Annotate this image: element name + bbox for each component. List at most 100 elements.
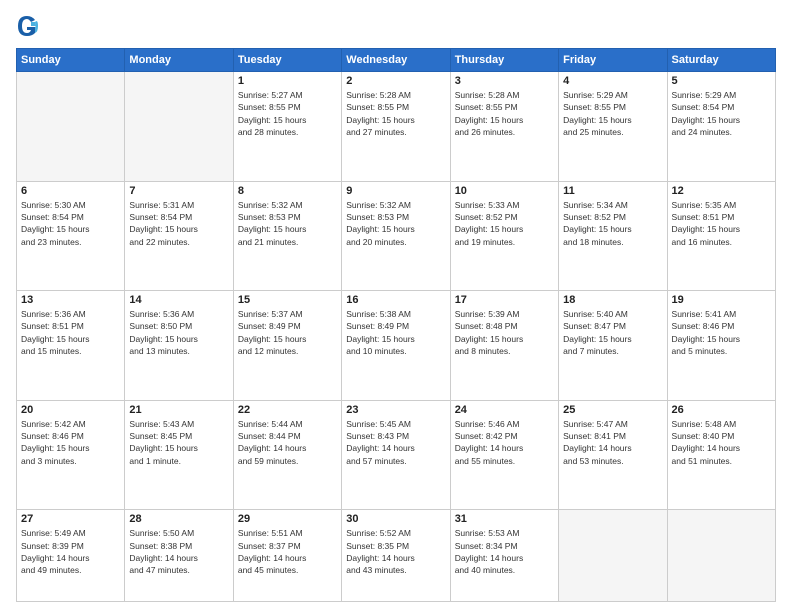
calendar-cell: 3Sunrise: 5:28 AM Sunset: 8:55 PM Daylig… — [450, 72, 558, 182]
day-info: Sunrise: 5:29 AM Sunset: 8:55 PM Dayligh… — [563, 89, 662, 138]
day-info: Sunrise: 5:41 AM Sunset: 8:46 PM Dayligh… — [672, 308, 771, 357]
calendar-cell: 12Sunrise: 5:35 AM Sunset: 8:51 PM Dayli… — [667, 181, 775, 291]
calendar-cell — [559, 510, 667, 602]
calendar-cell — [125, 72, 233, 182]
calendar-cell: 2Sunrise: 5:28 AM Sunset: 8:55 PM Daylig… — [342, 72, 450, 182]
logo-icon — [16, 12, 38, 40]
day-number: 21 — [129, 404, 228, 416]
header — [16, 12, 776, 40]
day-info: Sunrise: 5:39 AM Sunset: 8:48 PM Dayligh… — [455, 308, 554, 357]
day-info: Sunrise: 5:36 AM Sunset: 8:50 PM Dayligh… — [129, 308, 228, 357]
calendar-table: SundayMondayTuesdayWednesdayThursdayFrid… — [16, 48, 776, 602]
day-number: 17 — [455, 294, 554, 306]
day-info: Sunrise: 5:35 AM Sunset: 8:51 PM Dayligh… — [672, 199, 771, 248]
weekday-header-monday: Monday — [125, 49, 233, 72]
calendar-cell: 25 Sunrise: 5:47 AM Sunset: 8:41 PM Dayli… — [559, 400, 667, 510]
day-info: Sunrise: 5:38 AM Sunset: 8:49 PM Dayligh… — [346, 308, 445, 357]
week-row-4: 20 Sunrise: 5:42 AM Sunset: 8:46 PM Dayli… — [17, 400, 776, 510]
weekday-header-sunday: Sunday — [17, 49, 125, 72]
calendar-cell: 10Sunrise: 5:33 AM Sunset: 8:52 PM Dayli… — [450, 181, 558, 291]
day-info: Sunrise: 5:32 AM Sunset: 8:53 PM Dayligh… — [346, 199, 445, 248]
weekday-header-tuesday: Tuesday — [233, 49, 341, 72]
calendar-cell: 1 Sunrise: 5:27 AM Sunset: 8:55 PM Daylig… — [233, 72, 341, 182]
day-info: Sunrise: 5:40 AM Sunset: 8:47 PM Dayligh… — [563, 308, 662, 357]
calendar-cell: 7 Sunrise: 5:31 AM Sunset: 8:54 PM Daylig… — [125, 181, 233, 291]
day-number: 22 — [238, 404, 337, 416]
calendar-cell: 27 Sunrise: 5:49 AM Sunset: 8:39 PM Dayli… — [17, 510, 125, 602]
day-number: 24 — [455, 404, 554, 416]
day-info: Sunrise: 5:32 AM Sunset: 8:53 PM Dayligh… — [238, 199, 337, 248]
week-row-1: 1 Sunrise: 5:27 AM Sunset: 8:55 PM Daylig… — [17, 72, 776, 182]
calendar-cell: 16 Sunrise: 5:38 AM Sunset: 8:49 PM Dayli… — [342, 291, 450, 401]
calendar-cell: 30 Sunrise: 5:52 AM Sunset: 8:35 PM Dayli… — [342, 510, 450, 602]
day-info: Sunrise: 5:52 AM Sunset: 8:35 PM Dayligh… — [346, 527, 445, 576]
calendar-cell: 18 Sunrise: 5:40 AM Sunset: 8:47 PM Dayli… — [559, 291, 667, 401]
calendar-cell: 21 Sunrise: 5:43 AM Sunset: 8:45 PM Dayli… — [125, 400, 233, 510]
day-number: 29 — [238, 513, 337, 525]
day-info: Sunrise: 5:43 AM Sunset: 8:45 PM Dayligh… — [129, 418, 228, 467]
weekday-header-thursday: Thursday — [450, 49, 558, 72]
day-info: Sunrise: 5:28 AM Sunset: 8:55 PM Dayligh… — [455, 89, 554, 138]
calendar-cell: 20 Sunrise: 5:42 AM Sunset: 8:46 PM Dayli… — [17, 400, 125, 510]
day-number: 28 — [129, 513, 228, 525]
day-number: 9 — [346, 185, 445, 197]
day-info: Sunrise: 5:53 AM Sunset: 8:34 PM Dayligh… — [455, 527, 554, 576]
calendar-cell: 8 Sunrise: 5:32 AM Sunset: 8:53 PM Daylig… — [233, 181, 341, 291]
day-info: Sunrise: 5:45 AM Sunset: 8:43 PM Dayligh… — [346, 418, 445, 467]
day-info: Sunrise: 5:27 AM Sunset: 8:55 PM Dayligh… — [238, 89, 337, 138]
day-info: Sunrise: 5:33 AM Sunset: 8:52 PM Dayligh… — [455, 199, 554, 248]
weekday-header-wednesday: Wednesday — [342, 49, 450, 72]
day-number: 26 — [672, 404, 771, 416]
calendar-cell: 13 Sunrise: 5:36 AM Sunset: 8:51 PM Dayli… — [17, 291, 125, 401]
day-number: 1 — [238, 75, 337, 87]
week-row-3: 13 Sunrise: 5:36 AM Sunset: 8:51 PM Dayli… — [17, 291, 776, 401]
calendar-cell: 9 Sunrise: 5:32 AM Sunset: 8:53 PM Daylig… — [342, 181, 450, 291]
calendar-cell: 11Sunrise: 5:34 AM Sunset: 8:52 PM Dayli… — [559, 181, 667, 291]
day-info: Sunrise: 5:51 AM Sunset: 8:37 PM Dayligh… — [238, 527, 337, 576]
day-info: Sunrise: 5:47 AM Sunset: 8:41 PM Dayligh… — [563, 418, 662, 467]
day-info: Sunrise: 5:29 AM Sunset: 8:54 PM Dayligh… — [672, 89, 771, 138]
calendar-cell: 15 Sunrise: 5:37 AM Sunset: 8:49 PM Dayli… — [233, 291, 341, 401]
day-info: Sunrise: 5:46 AM Sunset: 8:42 PM Dayligh… — [455, 418, 554, 467]
calendar-cell: 19 Sunrise: 5:41 AM Sunset: 8:46 PM Dayli… — [667, 291, 775, 401]
day-number: 27 — [21, 513, 120, 525]
day-number: 15 — [238, 294, 337, 306]
day-info: Sunrise: 5:31 AM Sunset: 8:54 PM Dayligh… — [129, 199, 228, 248]
calendar-cell: 14Sunrise: 5:36 AM Sunset: 8:50 PM Dayli… — [125, 291, 233, 401]
day-number: 18 — [563, 294, 662, 306]
week-row-2: 6 Sunrise: 5:30 AM Sunset: 8:54 PM Daylig… — [17, 181, 776, 291]
day-info: Sunrise: 5:48 AM Sunset: 8:40 PM Dayligh… — [672, 418, 771, 467]
day-number: 25 — [563, 404, 662, 416]
logo — [16, 12, 40, 40]
day-info: Sunrise: 5:42 AM Sunset: 8:46 PM Dayligh… — [21, 418, 120, 467]
day-number: 11 — [563, 185, 662, 197]
calendar-cell: 24 Sunrise: 5:46 AM Sunset: 8:42 PM Dayli… — [450, 400, 558, 510]
day-number: 13 — [21, 294, 120, 306]
weekday-header-friday: Friday — [559, 49, 667, 72]
day-number: 6 — [21, 185, 120, 197]
calendar-cell: 28Sunrise: 5:50 AM Sunset: 8:38 PM Dayli… — [125, 510, 233, 602]
calendar-cell: 31Sunrise: 5:53 AM Sunset: 8:34 PM Dayli… — [450, 510, 558, 602]
day-number: 19 — [672, 294, 771, 306]
day-number: 30 — [346, 513, 445, 525]
day-number: 8 — [238, 185, 337, 197]
day-number: 7 — [129, 185, 228, 197]
day-info: Sunrise: 5:49 AM Sunset: 8:39 PM Dayligh… — [21, 527, 120, 576]
week-row-5: 27 Sunrise: 5:49 AM Sunset: 8:39 PM Dayli… — [17, 510, 776, 602]
day-number: 20 — [21, 404, 120, 416]
weekday-header-saturday: Saturday — [667, 49, 775, 72]
calendar-cell: 22Sunrise: 5:44 AM Sunset: 8:44 PM Dayli… — [233, 400, 341, 510]
weekday-header-row: SundayMondayTuesdayWednesdayThursdayFrid… — [17, 49, 776, 72]
day-number: 16 — [346, 294, 445, 306]
calendar-cell: 23Sunrise: 5:45 AM Sunset: 8:43 PM Dayli… — [342, 400, 450, 510]
calendar-cell: 17 Sunrise: 5:39 AM Sunset: 8:48 PM Dayli… — [450, 291, 558, 401]
day-info: Sunrise: 5:30 AM Sunset: 8:54 PM Dayligh… — [21, 199, 120, 248]
calendar-cell: 6 Sunrise: 5:30 AM Sunset: 8:54 PM Daylig… — [17, 181, 125, 291]
day-info: Sunrise: 5:36 AM Sunset: 8:51 PM Dayligh… — [21, 308, 120, 357]
calendar-cell — [667, 510, 775, 602]
day-info: Sunrise: 5:37 AM Sunset: 8:49 PM Dayligh… — [238, 308, 337, 357]
day-number: 2 — [346, 75, 445, 87]
calendar-cell: 4Sunrise: 5:29 AM Sunset: 8:55 PM Daylig… — [559, 72, 667, 182]
calendar-cell: 29 Sunrise: 5:51 AM Sunset: 8:37 PM Dayli… — [233, 510, 341, 602]
calendar-cell: 26 Sunrise: 5:48 AM Sunset: 8:40 PM Dayli… — [667, 400, 775, 510]
